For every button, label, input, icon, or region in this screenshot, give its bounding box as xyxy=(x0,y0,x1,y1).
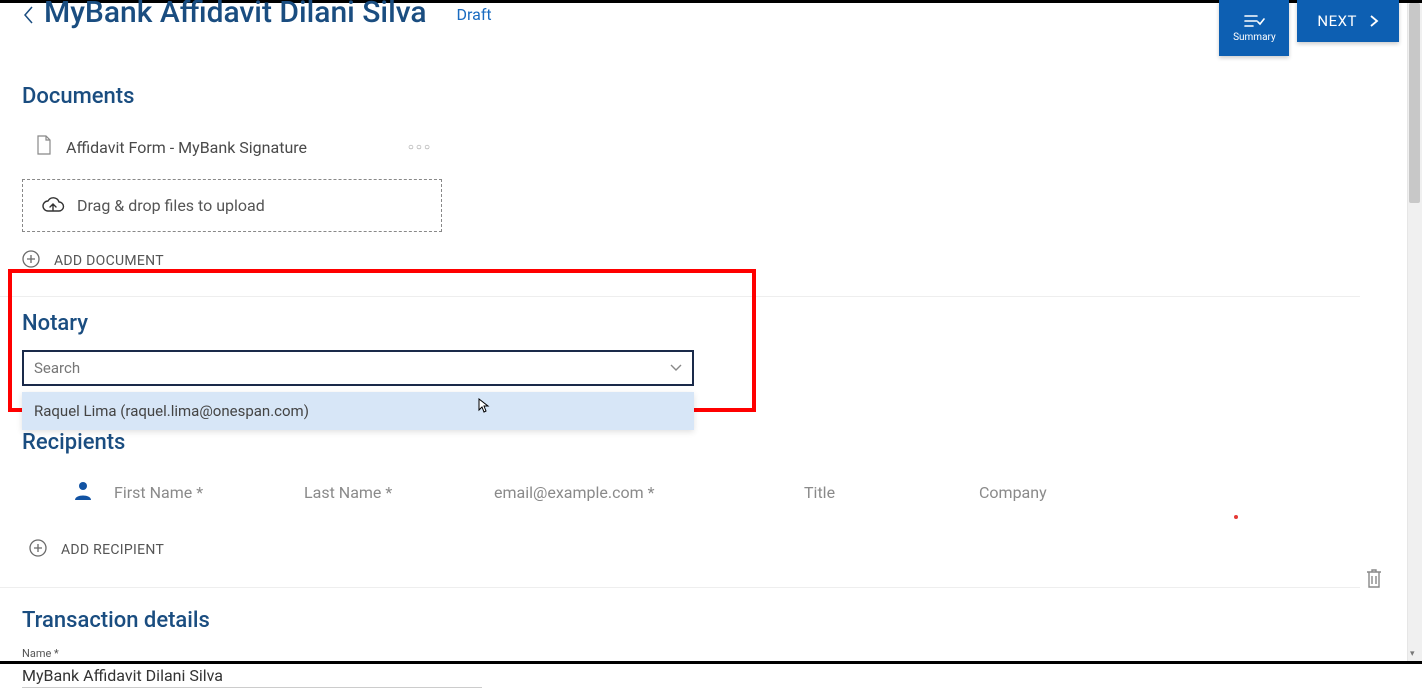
summary-label: Summary xyxy=(1233,32,1276,43)
name-field-label: Name * xyxy=(22,647,1407,660)
summary-button[interactable]: Summary xyxy=(1219,0,1289,56)
scrollbar-thumb[interactable] xyxy=(1409,3,1420,203)
scrollbar-down-icon[interactable]: ▾ xyxy=(1410,650,1419,659)
dropzone-hint: Drag & drop files to upload xyxy=(77,196,265,215)
section-divider xyxy=(0,587,1360,588)
plus-circle-icon xyxy=(22,250,40,272)
notary-search-input[interactable]: Search xyxy=(22,350,694,386)
document-name: Affidavit Form - MyBank Signature xyxy=(66,138,307,157)
documents-heading: Documents xyxy=(22,84,1407,109)
cursor-icon xyxy=(478,398,490,418)
upload-dropzone[interactable]: Drag & drop files to upload xyxy=(22,179,442,232)
add-document-label: ADD DOCUMENT xyxy=(54,253,164,269)
transaction-name-input[interactable]: MyBank Affidavit Dilani Silva xyxy=(22,666,482,688)
title-field[interactable]: Title xyxy=(804,483,979,502)
status-badge: Draft xyxy=(457,5,492,24)
add-recipient-button[interactable]: ADD RECIPIENT xyxy=(29,539,1407,561)
document-row[interactable]: Affidavit Form - MyBank Signature ○○○ xyxy=(22,127,442,167)
first-name-field[interactable]: First Name * xyxy=(114,483,304,502)
person-icon xyxy=(72,479,94,505)
recipient-row: First Name * Last Name * email@example.c… xyxy=(22,479,1407,505)
company-field[interactable]: Company xyxy=(979,483,1179,502)
add-document-button[interactable]: ADD DOCUMENT xyxy=(22,250,1407,272)
trash-icon[interactable] xyxy=(1364,567,1384,593)
notary-option-label: Raquel Lima (raquel.lima@onespan.com) xyxy=(34,402,309,420)
summary-icon xyxy=(1243,13,1265,29)
scrollbar[interactable]: ▴ ▾ xyxy=(1407,3,1422,661)
red-dot-indicator xyxy=(1234,515,1238,519)
plus-circle-icon xyxy=(29,539,47,561)
back-chevron-icon[interactable] xyxy=(22,5,34,31)
search-placeholder: Search xyxy=(34,359,80,377)
chevron-down-icon xyxy=(670,361,682,375)
next-label: NEXT xyxy=(1317,12,1357,30)
transaction-details-heading: Transaction details xyxy=(22,608,1407,633)
page-title: MyBank Affidavit Dilani Silva xyxy=(44,0,427,30)
next-button[interactable]: NEXT xyxy=(1297,0,1399,42)
last-name-field[interactable]: Last Name * xyxy=(304,483,494,502)
cloud-upload-icon xyxy=(41,197,65,215)
document-more-icon[interactable]: ○○○ xyxy=(408,142,432,153)
email-field[interactable]: email@example.com * xyxy=(494,483,804,502)
file-icon xyxy=(36,135,52,159)
notary-heading: Notary xyxy=(22,311,1407,336)
recipients-heading: Recipients xyxy=(22,430,1407,455)
chevron-right-icon xyxy=(1369,14,1379,28)
section-divider xyxy=(0,296,1360,297)
add-recipient-label: ADD RECIPIENT xyxy=(61,542,164,558)
notary-dropdown: Raquel Lima (raquel.lima@onespan.com) xyxy=(22,392,694,430)
notary-option[interactable]: Raquel Lima (raquel.lima@onespan.com) xyxy=(22,392,694,430)
